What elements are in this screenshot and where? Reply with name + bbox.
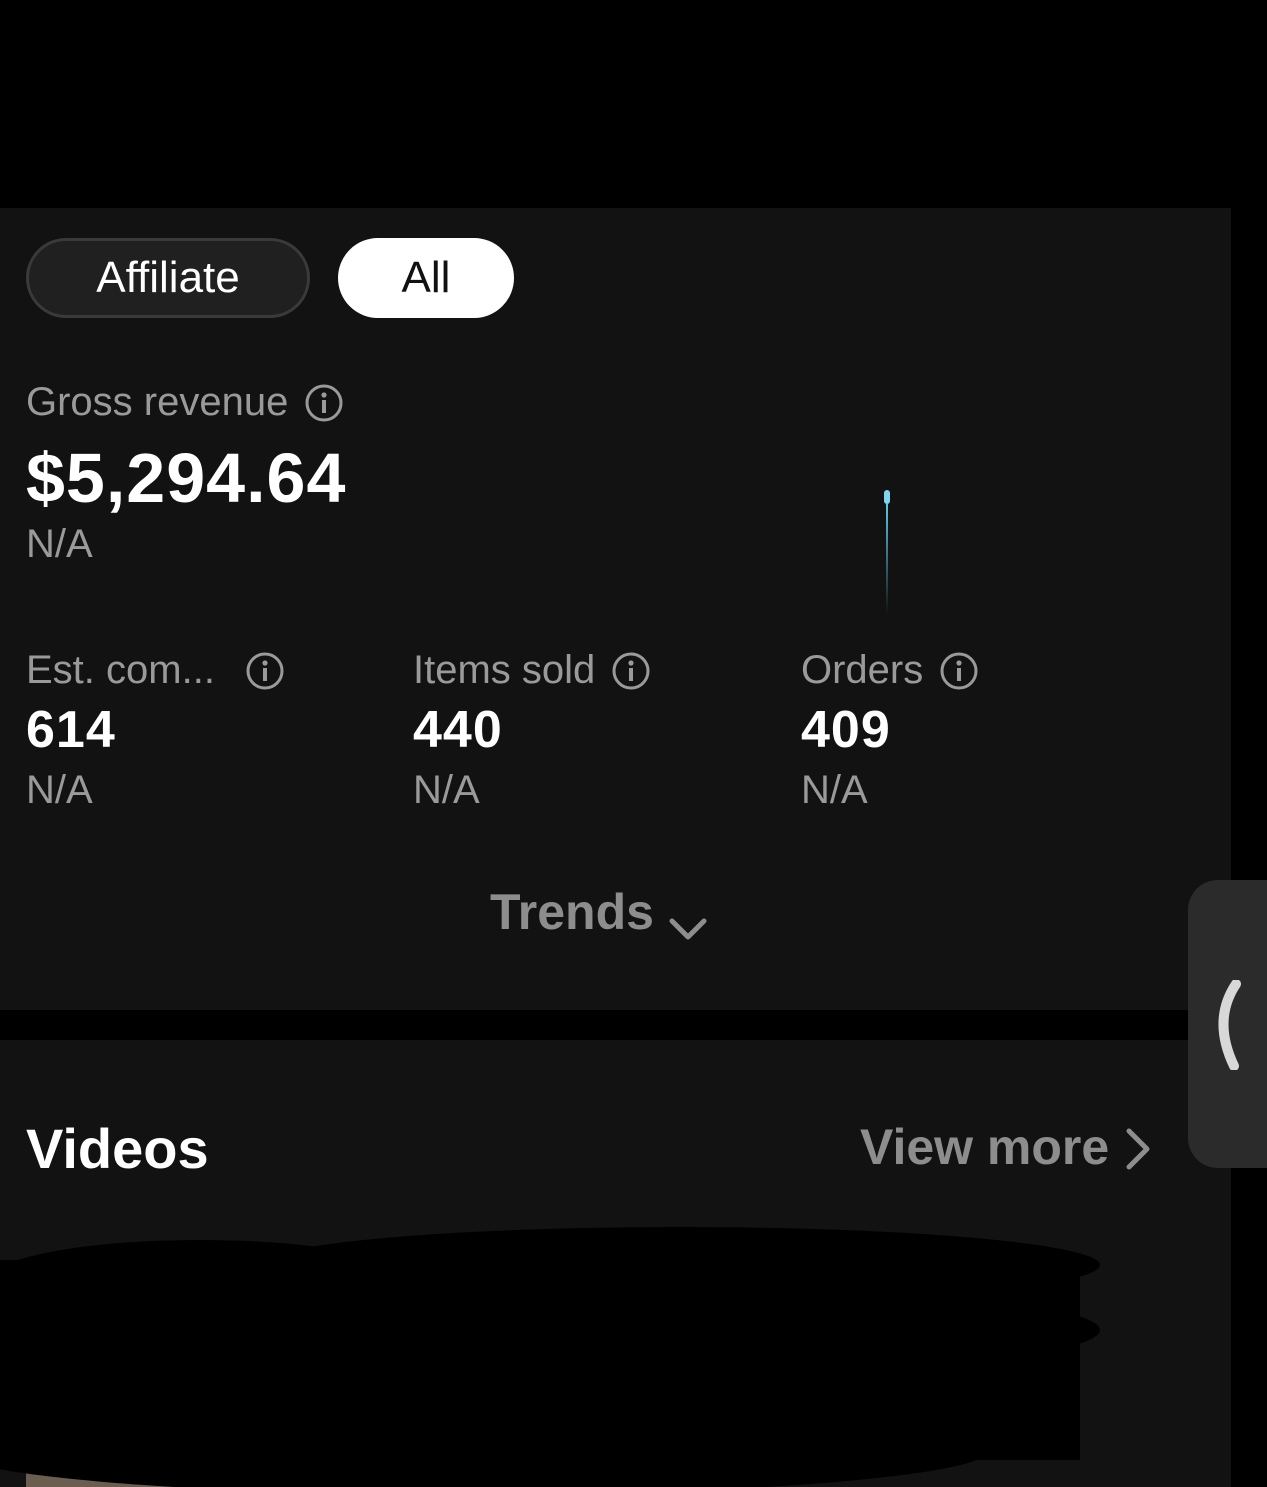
chevron-right-icon — [1123, 1125, 1151, 1170]
orders-change: N/A — [801, 768, 868, 812]
gross-revenue-value: $5,294.64 — [26, 439, 347, 517]
view-more-link[interactable]: View more — [860, 1118, 1151, 1176]
items-sold-change: N/A — [413, 768, 480, 812]
view-more-label: View more — [860, 1119, 1110, 1175]
chevron-down-icon — [668, 897, 708, 940]
info-icon[interactable] — [304, 383, 344, 423]
revenue-sparkline — [884, 490, 890, 614]
items-sold-label: Items sold — [413, 648, 596, 692]
videos-section-title: Videos — [26, 1117, 209, 1180]
affiliate-filter-label: Affiliate — [96, 253, 240, 302]
info-icon[interactable] — [939, 651, 979, 691]
trends-toggle[interactable]: Trends — [490, 884, 708, 940]
affiliate-filter-pill[interactable]: Affiliate — [26, 238, 310, 318]
gross-revenue-label: Gross revenue — [26, 380, 289, 424]
all-filter-pill[interactable]: All — [338, 238, 514, 318]
orders-value: 409 — [801, 701, 891, 759]
gross-revenue-change: N/A — [26, 522, 93, 566]
chevron-left-icon — [1218, 980, 1241, 1070]
stats-card: Affiliate All Gross revenue $5,294.64 N/… — [0, 208, 1231, 1010]
redaction-scribble — [0, 1227, 1100, 1487]
orders-label-row: Orders — [801, 648, 979, 693]
est-commission-label: Est. com... — [26, 648, 215, 692]
items-sold-value: 440 — [413, 701, 503, 759]
gross-revenue-label-row: Gross revenue — [26, 380, 344, 425]
info-icon[interactable] — [245, 651, 285, 691]
items-sold-label-row: Items sold — [413, 648, 651, 693]
est-commission-value: 614 — [26, 701, 116, 759]
info-icon[interactable] — [611, 651, 651, 691]
trends-label: Trends — [490, 884, 654, 940]
est-commission-label-row: Est. com... — [26, 648, 285, 693]
page: Affiliate All Gross revenue $5,294.64 N/… — [0, 0, 1267, 1487]
est-commission-change: N/A — [26, 768, 93, 812]
all-filter-label: All — [401, 253, 451, 302]
orders-label: Orders — [801, 648, 924, 692]
side-panel-handle[interactable] — [1188, 880, 1267, 1168]
